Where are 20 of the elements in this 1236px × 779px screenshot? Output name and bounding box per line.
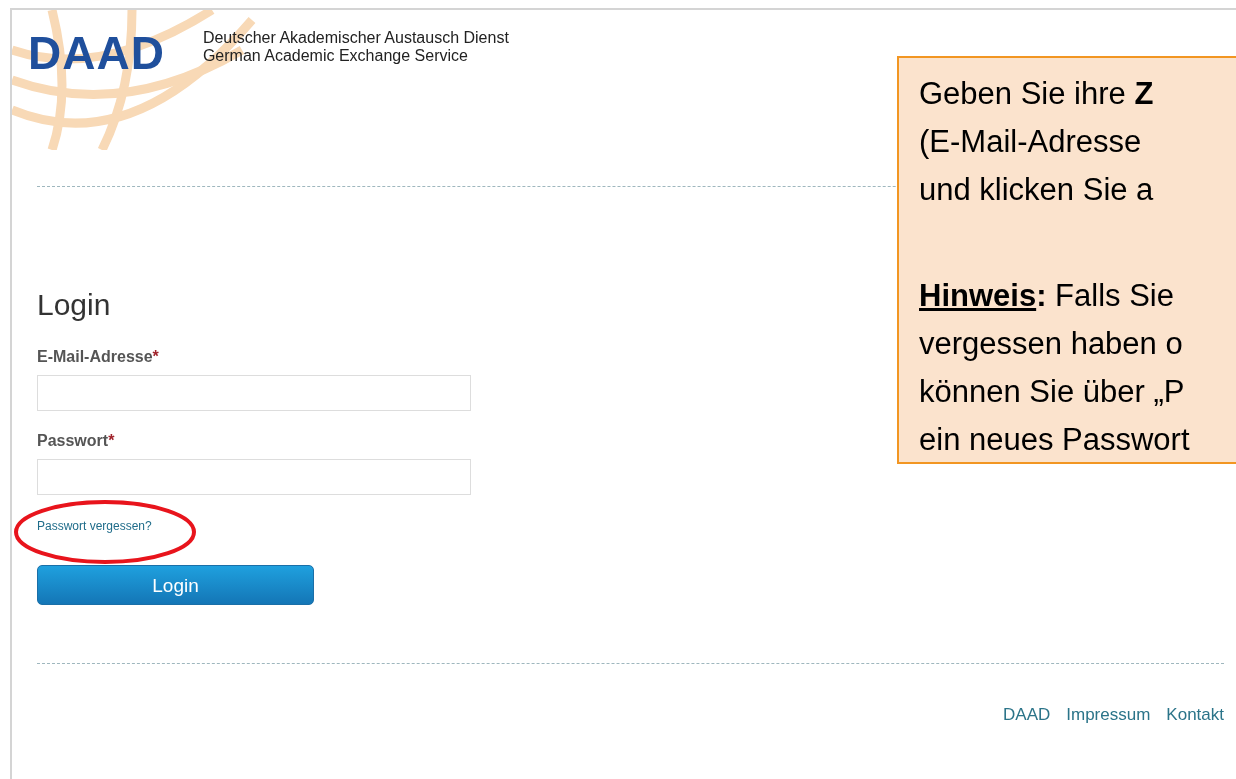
footer-link[interactable]: DAAD — [1003, 702, 1051, 728]
callout-text: und klicken Sie a — [919, 171, 1155, 209]
callout-text: (E-Mail-Adresse — [919, 123, 1143, 161]
field-label: E-Mail-Adresse* — [37, 347, 160, 367]
callout-text: vergessen haben o — [919, 325, 1184, 363]
daad-logo: DAAD — [28, 30, 165, 81]
field-label: Passwort* — [37, 431, 116, 451]
input-field[interactable] — [37, 459, 471, 495]
login-button[interactable]: Login — [37, 565, 314, 605]
input-field[interactable] — [37, 375, 471, 411]
footer-link[interactable]: Kontakt — [1166, 702, 1224, 728]
login-heading: Login — [37, 287, 112, 323]
callout-text: Hinweis: Falls Sie — [919, 277, 1175, 315]
callout-text: können Sie über „P — [919, 373, 1186, 411]
footer-link[interactable]: Impressum — [1066, 702, 1151, 728]
tagline-text: German Academic Exchange Service — [202, 46, 469, 66]
callout-text: Geben Sie ihre Z — [919, 75, 1155, 113]
callout-text: ein neues Passwort — [919, 421, 1191, 459]
tagline-text: Deutscher Akademischer Austausch Dienst — [202, 28, 509, 48]
forgot-password-link[interactable]: Passwort vergessen? — [37, 517, 152, 535]
